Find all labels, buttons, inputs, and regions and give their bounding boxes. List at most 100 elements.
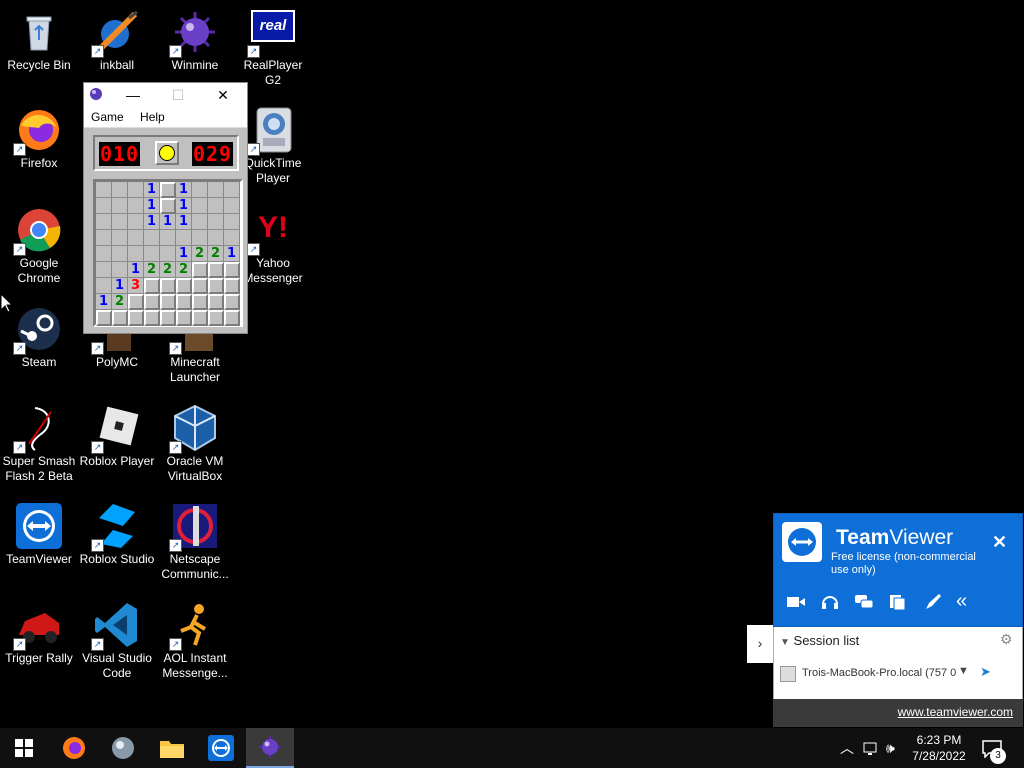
minefield-cell-closed[interactable]: [192, 294, 208, 310]
minefield-cell-open[interactable]: 1: [112, 278, 128, 294]
taskbar-firefox[interactable]: [50, 728, 98, 768]
desktop-icon-aim[interactable]: ↗ AOL Instant Messenge...: [156, 601, 234, 681]
minefield-cell-closed[interactable]: [208, 294, 224, 310]
minefield-cell-open[interactable]: 1: [96, 294, 112, 310]
minefield-cell-open[interactable]: [176, 230, 192, 246]
desktop-icon-chrome[interactable]: ↗ Google Chrome: [0, 206, 78, 286]
minefield-cell-closed[interactable]: [128, 310, 144, 326]
collapse-chevrons-icon[interactable]: «: [956, 590, 967, 613]
minefield-cell-closed[interactable]: [192, 262, 208, 278]
minefield-cell-open[interactable]: 1: [144, 214, 160, 230]
desktop-icon-virtualbox[interactable]: ↗ Oracle VM VirtualBox: [156, 404, 234, 484]
minefield-cell-open[interactable]: [192, 230, 208, 246]
desktop-icon-roblox-player[interactable]: ↗ Roblox Player: [78, 404, 156, 469]
minefield-cell-open[interactable]: 1: [128, 262, 144, 278]
session-list-item[interactable]: Trois-MacBook-Pro.local (757 0 ▼ ➤: [780, 664, 1018, 685]
desktop-icon-firefox[interactable]: ↗ Firefox: [0, 106, 78, 171]
taskbar-orb-app[interactable]: [99, 728, 147, 768]
minefield-cell-open[interactable]: 3: [128, 278, 144, 294]
whiteboard-brush-icon[interactable]: [922, 593, 942, 611]
minefield-cell-closed[interactable]: [160, 278, 176, 294]
minefield-cell-open[interactable]: [96, 246, 112, 262]
system-clock[interactable]: 6:23 PM 7/28/2022: [900, 732, 978, 764]
minefield-cell-open[interactable]: [128, 214, 144, 230]
minefield-cell-open[interactable]: [96, 182, 112, 198]
minefield-cell-open[interactable]: [112, 262, 128, 278]
network-icon[interactable]: [862, 728, 880, 768]
minefield-cell-closed[interactable]: [224, 294, 240, 310]
minefield-cell-closed[interactable]: [144, 278, 160, 294]
teamviewer-collapse-tab[interactable]: ›: [747, 625, 773, 663]
minefield-cell-closed[interactable]: [208, 310, 224, 326]
minefield-cell-open[interactable]: 2: [160, 262, 176, 278]
taskbar-minesweeper[interactable]: [246, 728, 294, 768]
desktop-icon-teamviewer[interactable]: TeamViewer: [0, 502, 78, 567]
minefield-cell-open[interactable]: [192, 214, 208, 230]
minefield-cell-open[interactable]: [112, 198, 128, 214]
minefield-cell-closed[interactable]: [160, 294, 176, 310]
desktop-icon-roblox-studio[interactable]: ↗ Roblox Studio: [78, 502, 156, 567]
minefield-cell-open[interactable]: [128, 198, 144, 214]
desktop-icon-recycle-bin[interactable]: Recycle Bin: [0, 8, 78, 73]
video-call-icon[interactable]: [786, 594, 806, 610]
minefield-cell-open[interactable]: 1: [224, 246, 240, 262]
minefield-cell-open[interactable]: [192, 198, 208, 214]
minefield-cell-open[interactable]: 1: [176, 214, 192, 230]
taskbar-file-explorer[interactable]: [148, 728, 196, 768]
minefield-cell-open[interactable]: 1: [160, 214, 176, 230]
file-transfer-icon[interactable]: [888, 593, 908, 611]
minefield-cell-open[interactable]: [160, 246, 176, 262]
minefield-cell-closed[interactable]: [160, 310, 176, 326]
minefield-cell-open[interactable]: 2: [192, 246, 208, 262]
minefield-cell-open[interactable]: 1: [176, 182, 192, 198]
minefield-cell-open[interactable]: [208, 198, 224, 214]
settings-gear-icon[interactable]: ⚙: [1000, 631, 1013, 648]
minefield-cell-closed[interactable]: [208, 278, 224, 294]
minesweeper-window[interactable]: — ☐ ✕ Game Help 010 029 1111111122112221…: [83, 82, 248, 334]
start-button[interactable]: [0, 728, 48, 768]
minefield-cell-open[interactable]: [96, 214, 112, 230]
volume-icon[interactable]: 🕪: [886, 728, 895, 768]
menu-game[interactable]: Game: [91, 110, 124, 124]
minimize-button[interactable]: —: [118, 85, 148, 105]
minefield-cell-closed[interactable]: [128, 294, 144, 310]
minefield-cell-closed[interactable]: [144, 310, 160, 326]
session-list-header[interactable]: ▼ Session list: [780, 633, 859, 648]
desktop-icon-vscode[interactable]: ↗ Visual Studio Code: [78, 601, 156, 681]
minefield-cell-closed[interactable]: [224, 278, 240, 294]
minefield-cell-closed[interactable]: [112, 310, 128, 326]
notification-center-icon[interactable]: 3: [982, 728, 1006, 768]
minefield-cell-closed[interactable]: [176, 278, 192, 294]
smiley-reset-button[interactable]: [155, 141, 179, 165]
minefield-cell-open[interactable]: [96, 230, 112, 246]
desktop-icon-realplayer[interactable]: real ↗ RealPlayer G2: [234, 8, 312, 88]
minefield-cell-open[interactable]: [112, 182, 128, 198]
minefield-cell-open[interactable]: 2: [112, 294, 128, 310]
minefield-cell-closed[interactable]: [144, 294, 160, 310]
menu-help[interactable]: Help: [140, 110, 165, 124]
minefield-cell-open[interactable]: 2: [176, 262, 192, 278]
minefield-cell-open[interactable]: [96, 262, 112, 278]
minefield-cell-open[interactable]: [208, 182, 224, 198]
minefield-cell-open[interactable]: [144, 246, 160, 262]
minefield-cell-closed[interactable]: [192, 278, 208, 294]
session-dropdown-icon[interactable]: ▼: [958, 665, 969, 677]
minefield-cell-open[interactable]: [128, 246, 144, 262]
minefield-cell-closed[interactable]: [96, 310, 112, 326]
minefield-cell-open[interactable]: [112, 246, 128, 262]
minefield-cell-closed[interactable]: [208, 262, 224, 278]
headset-icon[interactable]: [820, 593, 840, 611]
desktop-icon-steam[interactable]: ↗ Steam: [0, 305, 78, 370]
minefield-cell-closed[interactable]: [192, 310, 208, 326]
minefield-cell-open[interactable]: 1: [176, 246, 192, 262]
desktop-icon-inkball[interactable]: ↗ inkball: [78, 8, 156, 73]
minefield-cell-open[interactable]: [128, 230, 144, 246]
chat-icon[interactable]: [854, 593, 874, 611]
minefield-cell-open[interactable]: [96, 198, 112, 214]
minefield-cell-closed[interactable]: [224, 262, 240, 278]
desktop-icon-ssf2[interactable]: ↗ Super Smash Flash 2 Beta: [0, 404, 78, 484]
minefield-cell-open[interactable]: [208, 214, 224, 230]
teamviewer-website-link[interactable]: www.teamviewer.com: [898, 705, 1013, 719]
desktop-icon-trigger-rally[interactable]: ↗ Trigger Rally: [0, 601, 78, 666]
minefield-cell-closed[interactable]: [160, 182, 176, 198]
